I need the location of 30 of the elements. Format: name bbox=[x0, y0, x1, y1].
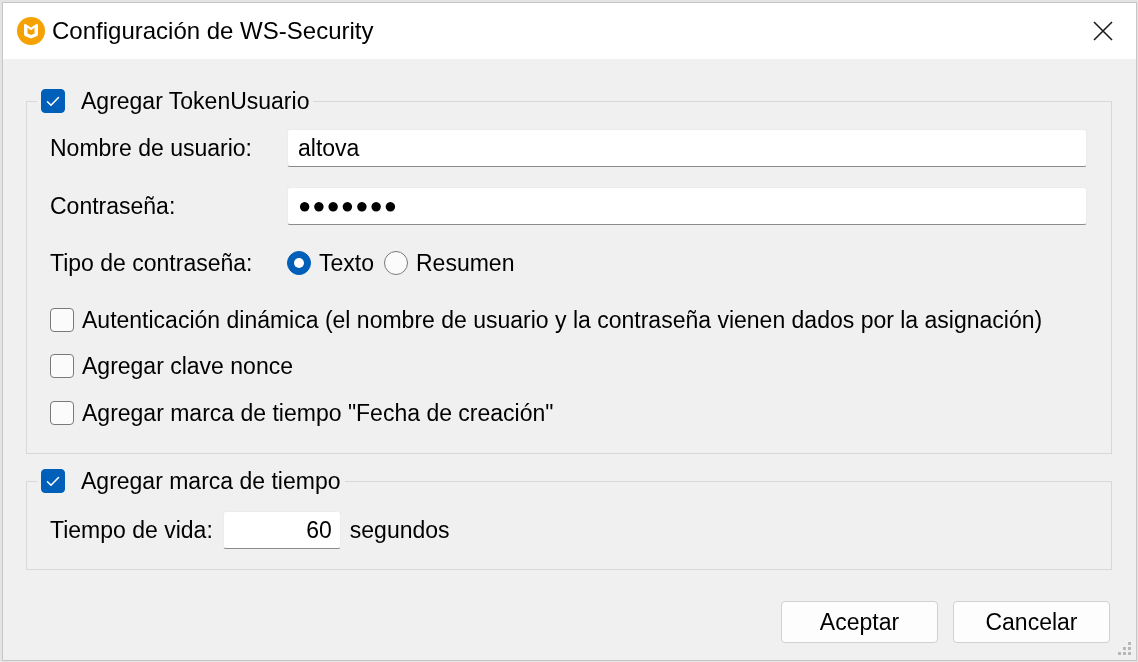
checkmark-icon bbox=[46, 95, 60, 107]
checkbox-label: Agregar marca de tiempo "Fecha de creación" bbox=[82, 400, 554, 426]
checkbox-label: Agregar clave nonce bbox=[82, 353, 293, 379]
window-title: Configuración de WS-Security bbox=[52, 17, 375, 45]
checkbox[interactable] bbox=[50, 354, 74, 378]
checkbox-label: Agregar TokenUsuario bbox=[81, 88, 310, 114]
unit-label: segundos bbox=[349, 517, 450, 543]
resize-grip-icon[interactable] bbox=[1118, 642, 1132, 656]
checkbox[interactable] bbox=[50, 308, 74, 332]
field-label: Contraseña: bbox=[50, 193, 177, 219]
lifetime-field[interactable]: 60 bbox=[222, 511, 341, 549]
checkbox[interactable] bbox=[50, 401, 74, 425]
checkbox[interactable] bbox=[41, 469, 65, 493]
close-icon bbox=[1093, 21, 1113, 41]
cancel-button[interactable]: Cancelar bbox=[953, 601, 1110, 643]
password-field[interactable]: ●●●●●●● bbox=[287, 187, 1087, 225]
checkbox-label: Autenticación dinámica (el nombre de usuario y la contraseña vienen dados por la asignación) bbox=[82, 307, 1043, 333]
checkbox[interactable] bbox=[41, 89, 65, 113]
field-label: Nombre de usuario: bbox=[50, 135, 253, 161]
field-label: Tiempo de vida: bbox=[50, 517, 213, 543]
field-label: Tipo de contraseña: bbox=[50, 250, 254, 276]
ok-button[interactable]: Aceptar bbox=[781, 601, 938, 643]
radio-button[interactable] bbox=[384, 251, 408, 275]
checkbox-label: Agregar marca de tiempo bbox=[81, 468, 341, 494]
checkmark-icon bbox=[46, 475, 60, 487]
radio-label: Resumen bbox=[416, 250, 515, 276]
app-logo-icon bbox=[17, 17, 45, 45]
radio-label: Texto bbox=[319, 250, 374, 276]
radio-button[interactable] bbox=[287, 251, 311, 275]
username-field[interactable]: altova bbox=[287, 129, 1087, 167]
